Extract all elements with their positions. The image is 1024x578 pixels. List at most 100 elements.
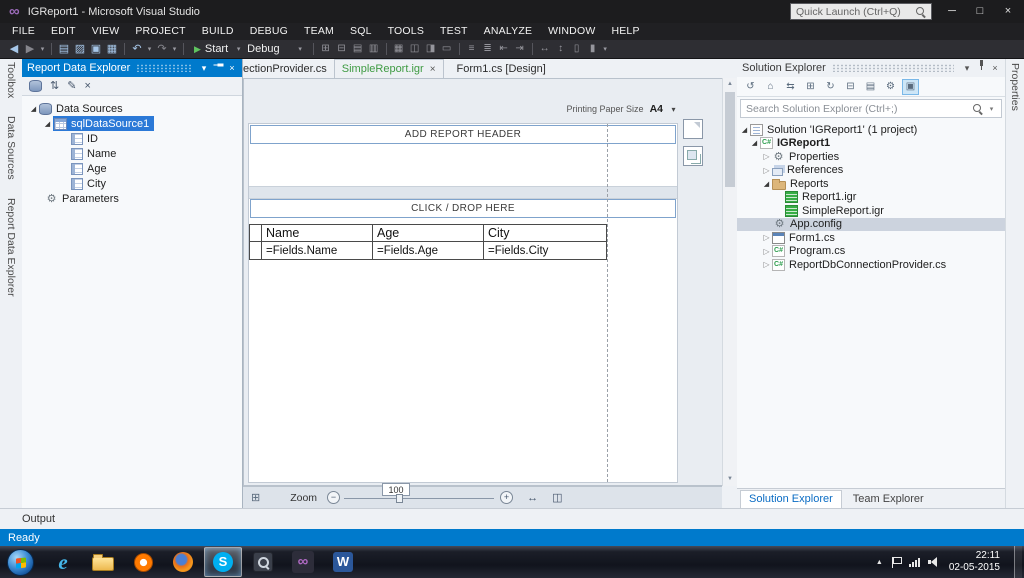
- designer-tool-icon[interactable]: ≣: [480, 40, 496, 58]
- expander-icon[interactable]: ▷: [761, 166, 772, 175]
- forward-icon[interactable]: ▶: [22, 40, 38, 58]
- editor-vertical-scrollbar[interactable]: ▲ ▼: [722, 78, 737, 486]
- sort-fields-icon[interactable]: ⇅: [50, 77, 59, 95]
- designer-tool-icon[interactable]: ▭: [439, 40, 455, 58]
- tree-item-id-field[interactable]: ID: [22, 131, 242, 146]
- auto-hide-pin-icon[interactable]: [974, 59, 988, 77]
- expander-icon[interactable]: ◢: [739, 126, 750, 134]
- toolbar-overflow-icon[interactable]: ▾: [601, 45, 610, 53]
- designer-tool-icon[interactable]: ↕: [553, 40, 569, 58]
- menu-team[interactable]: TEAM: [296, 23, 342, 40]
- designer-tool-icon[interactable]: ⇤: [496, 40, 512, 58]
- designer-tool-icon[interactable]: ▮: [585, 40, 601, 58]
- open-file-icon[interactable]: ▨: [72, 40, 88, 58]
- start-debug-button[interactable]: ▶ Start: [188, 43, 234, 55]
- close-button[interactable]: ×: [994, 0, 1022, 22]
- minimize-button[interactable]: ─: [938, 0, 966, 22]
- tree-item-reportdbconnectionprovider-cs[interactable]: ▷ C# ReportDbConnectionProvider.cs: [737, 258, 1005, 272]
- pending-changes-filter-icon[interactable]: ⊞: [802, 79, 819, 95]
- properties-icon[interactable]: ⚙: [882, 79, 899, 95]
- designer-tool-icon[interactable]: ⊟: [334, 40, 350, 58]
- switch-views-icon[interactable]: ⇆: [782, 79, 799, 95]
- menu-file[interactable]: FILE: [4, 23, 43, 40]
- window-position-icon[interactable]: ▾: [960, 59, 974, 77]
- skype-taskbar-button[interactable]: S: [204, 547, 242, 577]
- menu-view[interactable]: VIEW: [84, 23, 128, 40]
- pan-grid-icon[interactable]: ⊞: [251, 491, 260, 504]
- table-cell-fields-name[interactable]: =Fields.Name: [262, 242, 373, 260]
- sidebar-tab-report-data-explorer[interactable]: Report Data Explorer: [5, 198, 17, 297]
- designer-tool-icon[interactable]: ▦: [391, 40, 407, 58]
- refresh-icon[interactable]: ↻: [822, 79, 839, 95]
- zoom-out-button[interactable]: −: [327, 491, 340, 504]
- expander-icon[interactable]: ▷: [761, 152, 772, 161]
- collapse-all-icon[interactable]: ⊟: [842, 79, 859, 95]
- debug-configuration-select[interactable]: Debug ▾: [243, 43, 308, 55]
- report-data-explorer-titlebar[interactable]: Report Data Explorer ▾ ×: [22, 59, 242, 77]
- designer-tool-icon[interactable]: ⊞: [318, 40, 334, 58]
- word-taskbar-button[interactable]: W: [324, 547, 362, 577]
- menu-build[interactable]: BUILD: [194, 23, 242, 40]
- volume-icon[interactable]: [928, 557, 939, 567]
- output-panel-header[interactable]: Output: [0, 508, 1024, 529]
- new-file-icon[interactable]: ▤: [56, 40, 72, 58]
- back-icon[interactable]: ◀: [6, 40, 22, 58]
- designer-tool-icon[interactable]: ▯: [569, 40, 585, 58]
- auto-hide-pin-icon[interactable]: [211, 59, 225, 77]
- tree-item-data-sources[interactable]: ◢ Data Sources: [22, 101, 242, 116]
- preview-selected-items-icon[interactable]: ▣: [902, 79, 919, 95]
- row-selector-cell[interactable]: [250, 225, 262, 242]
- sidebar-tab-toolbox[interactable]: Toolbox: [5, 62, 17, 98]
- tree-item-app-config[interactable]: ⚙ App.config: [737, 218, 1005, 232]
- visual-studio-taskbar-button[interactable]: ∞: [284, 547, 322, 577]
- designer-tool-icon[interactable]: ≡: [464, 40, 480, 58]
- home-icon[interactable]: ⌂: [762, 79, 779, 95]
- expander-icon[interactable]: ◢: [749, 139, 760, 147]
- solution-explorer-titlebar[interactable]: Solution Explorer ▾ ×: [737, 59, 1005, 77]
- table-header-age[interactable]: Age: [373, 225, 484, 242]
- design-tool-layers-button[interactable]: [683, 146, 703, 166]
- designer-tool-icon[interactable]: ▥: [366, 40, 382, 58]
- tree-item-report1-igr[interactable]: Report1.igr: [737, 191, 1005, 205]
- start-dropdown-icon[interactable]: ▾: [234, 45, 243, 53]
- tree-item-age-field[interactable]: Age: [22, 161, 242, 176]
- sidebar-tab-properties[interactable]: Properties: [1009, 63, 1021, 111]
- close-panel-icon[interactable]: ×: [225, 59, 239, 77]
- tree-item-city-field[interactable]: City: [22, 176, 242, 191]
- expander-icon[interactable]: ▷: [761, 247, 772, 256]
- click-drop-band[interactable]: CLICK / DROP HERE: [250, 199, 676, 218]
- add-data-source-icon[interactable]: [29, 80, 42, 92]
- designer-tool-icon[interactable]: ↔: [537, 40, 553, 58]
- design-tool-page-button[interactable]: [683, 119, 703, 139]
- close-tab-icon[interactable]: ×: [430, 64, 436, 75]
- nav-dropdown-icon[interactable]: ▾: [38, 45, 47, 53]
- back-icon[interactable]: ↺: [742, 79, 759, 95]
- row-selector-cell[interactable]: [250, 242, 262, 260]
- menu-analyze[interactable]: ANALYZE: [476, 23, 540, 40]
- designer-tool-icon[interactable]: ◨: [423, 40, 439, 58]
- search-options-icon[interactable]: ▾: [987, 105, 996, 113]
- tree-item-sqldatasource1[interactable]: ◢ sqlDataSource1: [22, 116, 242, 131]
- media-player-taskbar-button[interactable]: [124, 547, 162, 577]
- tree-item-form1-cs[interactable]: ▷ Form1.cs: [737, 231, 1005, 245]
- expander-icon[interactable]: ▷: [761, 260, 772, 269]
- close-panel-icon[interactable]: ×: [988, 59, 1002, 77]
- delete-data-source-icon[interactable]: ×: [84, 77, 90, 95]
- redo-icon[interactable]: ↷: [154, 40, 170, 58]
- tree-item-program-cs[interactable]: ▷ C# Program.cs: [737, 245, 1005, 259]
- tree-item-solution[interactable]: ◢ Solution 'IGReport1' (1 project): [737, 123, 1005, 137]
- menu-tools[interactable]: TOOLS: [380, 23, 432, 40]
- tree-item-reports-folder[interactable]: ◢ Reports: [737, 177, 1005, 191]
- undo-dropdown-icon[interactable]: ▾: [145, 45, 154, 53]
- hidden-icons-button[interactable]: ▲: [876, 559, 883, 566]
- table-cell-fields-age[interactable]: =Fields.Age: [373, 242, 484, 260]
- zoom-in-button[interactable]: +: [500, 491, 513, 504]
- tab-form1-design[interactable]: Form1.cs [Design]: [450, 59, 553, 78]
- edit-data-source-icon[interactable]: ✎: [67, 77, 76, 95]
- save-all-icon[interactable]: ▦: [104, 40, 120, 58]
- search-tool-taskbar-button[interactable]: [244, 547, 282, 577]
- scrollbar-thumb[interactable]: [725, 92, 735, 187]
- tree-item-properties[interactable]: ▷ ⚙ Properties: [737, 150, 1005, 164]
- tab-team-explorer[interactable]: Team Explorer: [845, 491, 932, 508]
- maximize-button[interactable]: □: [966, 0, 994, 22]
